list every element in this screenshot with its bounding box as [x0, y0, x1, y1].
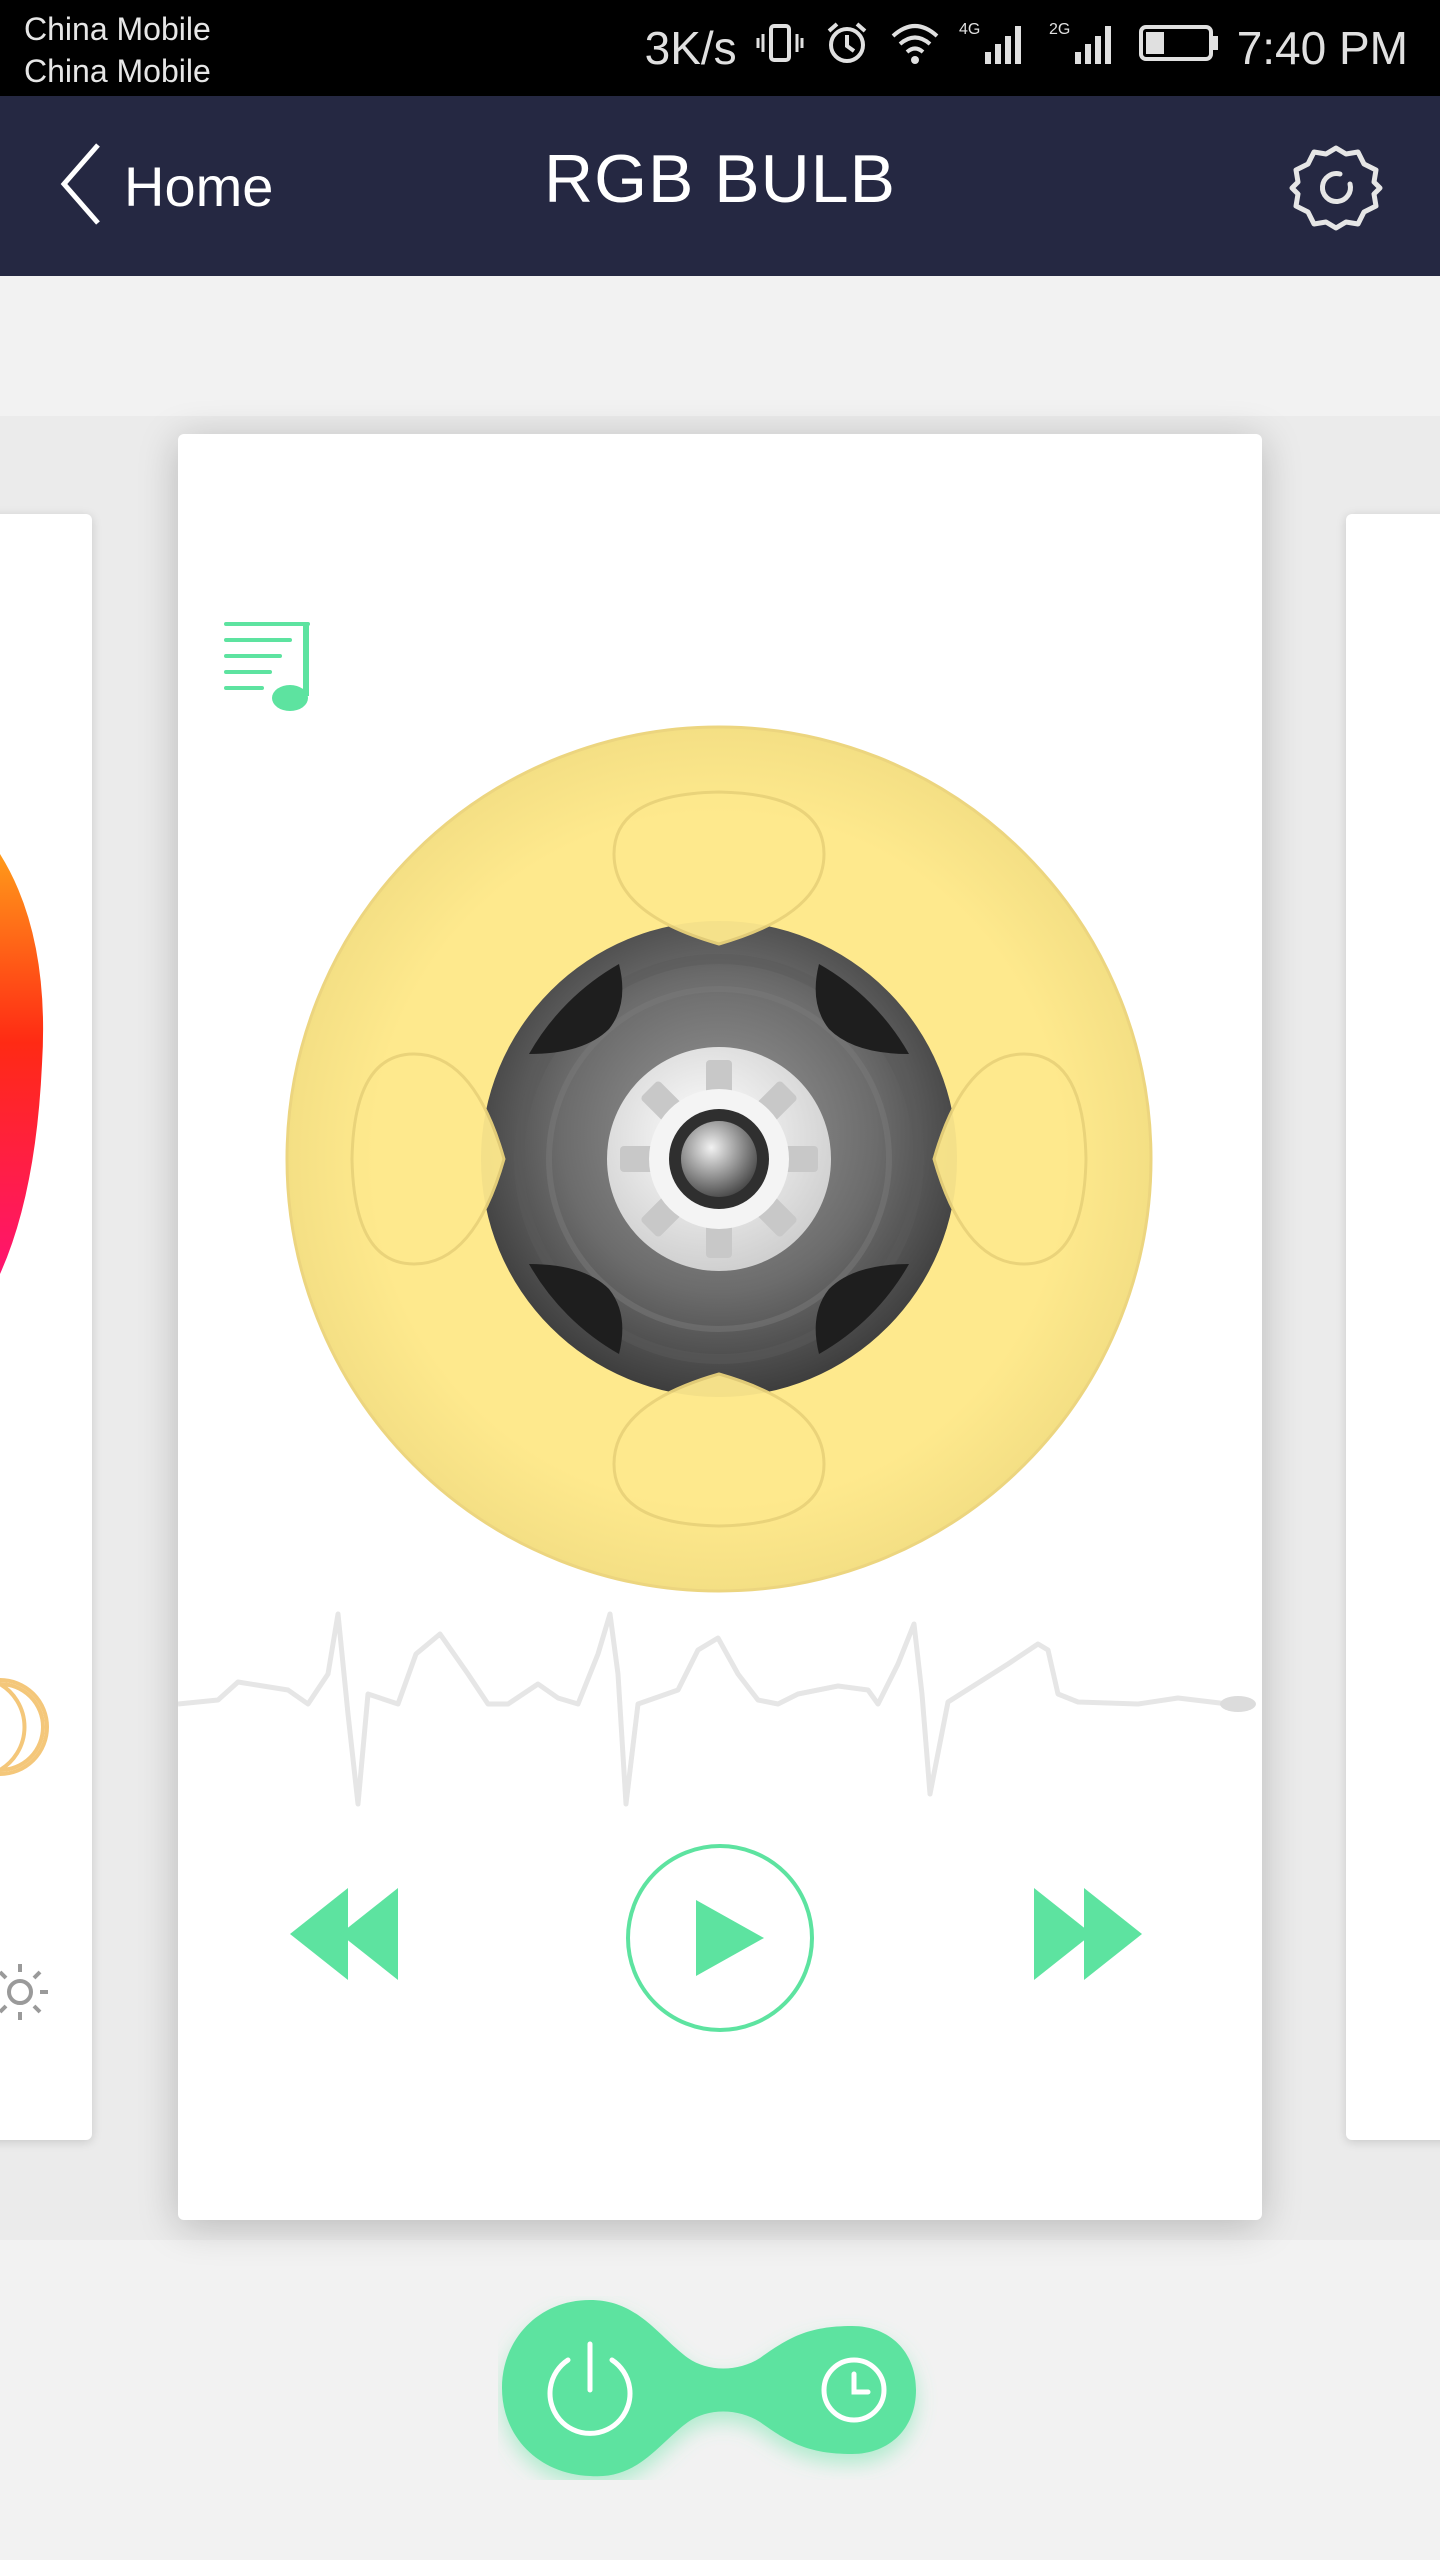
carrier-names: China Mobile China Mobile: [24, 8, 211, 92]
rewind-button[interactable]: [290, 1874, 410, 1994]
power-button[interactable]: [498, 2296, 682, 2480]
audio-waveform: [177, 1594, 1262, 1814]
color-wheel-card-preview[interactable]: [0, 514, 92, 2140]
brightness-icon: [0, 1964, 48, 2020]
reel-hub: [607, 1047, 831, 1271]
battery-icon: [1138, 21, 1219, 76]
signal-4g-icon: 4G: [959, 18, 1031, 79]
wifi-icon: [889, 20, 941, 77]
play-button[interactable]: [624, 1842, 816, 2034]
settings-button[interactable]: [1288, 140, 1384, 236]
fast-forward-icon: [1034, 1888, 1142, 1980]
play-icon: [626, 1844, 814, 2032]
battery-fill: [1145, 31, 1164, 54]
status-bar: China Mobile China Mobile 3K/s 4G 2G 7:4…: [0, 0, 1440, 96]
power-timer-bar: [498, 2296, 938, 2480]
playlist-music-icon: [224, 622, 310, 711]
signal-4g-label: 4G: [959, 21, 980, 38]
color-wheel-arc: [0, 854, 44, 1274]
music-mode-card: [177, 434, 1262, 2220]
playlist-button[interactable]: [222, 618, 318, 718]
nav-bar: Home RGB BULB: [0, 96, 1440, 276]
alarm-icon: [823, 19, 871, 78]
clock-icon: [821, 2357, 887, 2423]
gear-icon: [1289, 145, 1383, 231]
timer-button[interactable]: [788, 2326, 916, 2454]
clock-time: 7:40 PM: [1236, 22, 1408, 74]
carrier-1: China Mobile: [24, 11, 211, 47]
next-card-preview[interactable]: [1346, 514, 1440, 2140]
power-icon: [547, 2341, 633, 2436]
signal-2g-icon: 2G: [1049, 18, 1121, 79]
vibrate-icon: [755, 18, 805, 79]
fast-forward-button[interactable]: [1030, 1874, 1150, 1994]
page-title: RGB BULB: [544, 141, 896, 217]
network-speed: 3K/s: [644, 22, 737, 74]
carrier-2: China Mobile: [24, 53, 211, 89]
music-reel[interactable]: [284, 724, 1154, 1594]
signal-2g-label: 2G: [1049, 21, 1070, 38]
rewind-icon: [290, 1888, 398, 1980]
status-icons: 3K/s 4G 2G 7:40 PM: [645, 18, 1408, 78]
